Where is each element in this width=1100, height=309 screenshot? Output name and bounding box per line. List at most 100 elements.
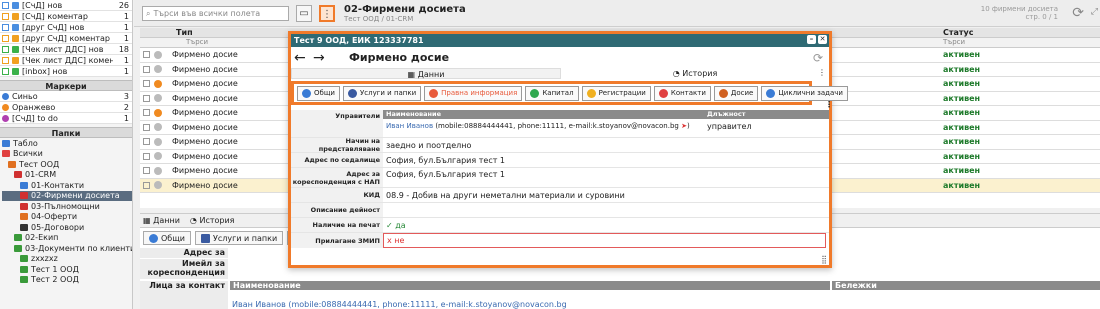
column-type[interactable]: Тип <box>176 28 216 37</box>
section-icon <box>530 88 540 98</box>
sidebar-tag-item[interactable]: [СчД] нов 26 <box>0 0 132 11</box>
refresh-icon[interactable]: ⟳ <box>1072 5 1084 21</box>
manager-row: Иван Иванов (mobile:08884444441, phone:1… <box>383 119 829 133</box>
back-arrow-icon[interactable]: ← <box>294 50 310 66</box>
tag-count: 1 <box>123 22 129 32</box>
address-value: София, бул.България тест 1 <box>386 155 506 165</box>
status-filter-input[interactable]: Търси <box>943 38 965 46</box>
folder-icon <box>20 181 28 189</box>
email-label: Имейл за кореспонденция <box>140 259 228 279</box>
close-icon[interactable]: ✕ <box>818 35 827 44</box>
section-icon <box>718 88 728 98</box>
row-checkbox[interactable] <box>143 167 150 175</box>
sidebar-marker-item[interactable]: [СчД] to do 1 <box>0 113 132 124</box>
folder-tree-item[interactable]: Табло <box>2 138 132 149</box>
general-button[interactable]: Общи <box>143 231 191 245</box>
folder-tree-item[interactable]: 02-Фирмени досиета <box>2 190 132 201</box>
sidebar-tag-item[interactable]: [inbox] нов 1 <box>0 66 132 77</box>
row-checkbox[interactable] <box>143 181 150 189</box>
row-checkbox[interactable] <box>143 109 150 117</box>
kebab-icon[interactable]: ⋮ <box>825 100 833 109</box>
tag-checkbox[interactable] <box>2 23 9 31</box>
grid-header-spacer <box>140 28 176 37</box>
section-button[interactable]: Услуги и папки <box>342 85 422 101</box>
folder-tree-item[interactable]: 03-Пълномощни <box>2 201 132 212</box>
section-button[interactable]: Контакти <box>653 85 711 101</box>
refresh-icon[interactable]: ⟳ <box>813 51 823 65</box>
folder-tree-item[interactable]: 05-Договори <box>2 222 132 233</box>
new-document-icon: ▭ <box>299 8 309 19</box>
marker-count: 2 <box>123 102 129 112</box>
column-status[interactable]: Статус <box>943 28 974 37</box>
folder-tree-item[interactable]: Тест ООД <box>2 159 132 170</box>
tag-checkbox[interactable] <box>2 1 9 9</box>
folder-label: 01-CRM <box>25 170 57 180</box>
tab-history[interactable]: ◔ История <box>561 68 829 79</box>
tag-color-icon <box>12 34 19 42</box>
manager-name-link[interactable]: Иван Иванов <box>386 122 433 130</box>
tab-history[interactable]: ◔ История <box>190 216 235 225</box>
row-checkbox[interactable] <box>143 80 150 88</box>
folder-tree-item[interactable]: Всички <box>2 149 132 160</box>
folder-tree-item[interactable]: Тест 2 ООД <box>2 275 132 286</box>
tab-data[interactable]: ▦ Данни <box>291 68 561 79</box>
sidebar-marker-item[interactable]: Оранжево 2 <box>0 102 132 113</box>
folder-label: 05-Договори <box>31 222 85 232</box>
row-checkbox[interactable] <box>143 94 150 102</box>
send-icon[interactable]: ➤ <box>679 122 687 130</box>
expand-icon[interactable]: ⤢ <box>1091 7 1098 17</box>
sidebar-tag-item[interactable]: [Чек лист ДДС] нов 18 <box>0 44 132 55</box>
section-button[interactable]: Правна информация <box>424 85 523 101</box>
row-checkbox[interactable] <box>143 65 150 73</box>
folder-tree-item[interactable]: 01-Контакти <box>2 180 132 191</box>
section-button[interactable]: Капитал <box>525 85 579 101</box>
row-checkbox[interactable] <box>143 138 150 146</box>
app-window: [СчД] нов 26 [СчД] коментар 1 [друг СчД] нов… <box>0 0 1100 309</box>
new-document-button[interactable]: ▭ <box>296 5 312 22</box>
forward-arrow-icon[interactable]: → <box>313 50 329 66</box>
section-button[interactable]: Регистрации <box>581 85 651 101</box>
marker-count: 1 <box>123 113 129 123</box>
kebab-icon[interactable]: ⋮ <box>818 68 826 77</box>
contact-value[interactable]: Иван Иванов (mobile:08884444441, phone:1… <box>232 300 567 309</box>
folder-tree-item[interactable]: Тест 1 ООД <box>2 264 132 275</box>
kid-row: КИД 08.9 - Добив на други неметални матер… <box>291 188 829 203</box>
sidebar-tag-item[interactable]: [друг СчД] нов 1 <box>0 22 132 33</box>
tag-checkbox[interactable] <box>2 45 9 53</box>
status-dot-icon <box>154 123 162 132</box>
sidebar-tag-item[interactable]: [Чек лист ДДС] коментар 1 <box>0 55 132 66</box>
tab-data[interactable]: ▦ Данни <box>143 216 180 225</box>
tab-data-label: Данни <box>153 216 180 225</box>
folder-tree-item[interactable]: 02-Екип <box>2 233 132 244</box>
sidebar-tag-item[interactable]: [СчД] коментар 1 <box>0 11 132 22</box>
sidebar-tag-item[interactable]: [друг СчД] коментар 1 <box>0 33 132 44</box>
folder-tree-item[interactable]: 01-CRM <box>2 170 132 181</box>
more-options-button[interactable]: ⋮ <box>319 5 335 22</box>
folder-label: zxxzxz <box>31 254 58 264</box>
row-checkbox[interactable] <box>143 123 150 131</box>
folder-tree-item[interactable]: 03-Документи по клиенти <box>2 243 132 254</box>
services-button[interactable]: Услуги и папки <box>194 231 284 245</box>
minimize-icon[interactable]: – <box>807 35 816 44</box>
tag-label: [друг СчД] нов <box>22 22 85 32</box>
row-status: активен <box>943 64 981 74</box>
tag-checkbox[interactable] <box>2 12 9 20</box>
section-button[interactable]: Общи <box>297 85 340 101</box>
column-role: Длъжност <box>707 110 746 118</box>
row-checkbox[interactable] <box>143 51 150 59</box>
folder-tree-item[interactable]: zxxzxz <box>2 254 132 265</box>
section-button[interactable]: Досие <box>713 85 759 101</box>
folder-label: Табло <box>13 138 38 148</box>
tag-checkbox[interactable] <box>2 67 9 75</box>
resize-handle-icon[interactable]: ⣿ <box>821 255 827 264</box>
sidebar-marker-item[interactable]: Синьо 3 <box>0 91 132 102</box>
tag-checkbox[interactable] <box>2 56 9 64</box>
section-button[interactable]: Циклични задачи <box>761 85 848 101</box>
row-checkbox[interactable] <box>143 152 150 160</box>
folder-tree-item[interactable]: 04-Оферти <box>2 212 132 223</box>
type-filter-input[interactable]: Търси <box>186 38 208 46</box>
tag-checkbox[interactable] <box>2 34 9 42</box>
search-input[interactable]: ⌕ Търси във всички полета <box>142 6 289 21</box>
zmip-value[interactable]: х не <box>383 233 826 248</box>
row-type: Фирмено досие <box>172 137 238 147</box>
